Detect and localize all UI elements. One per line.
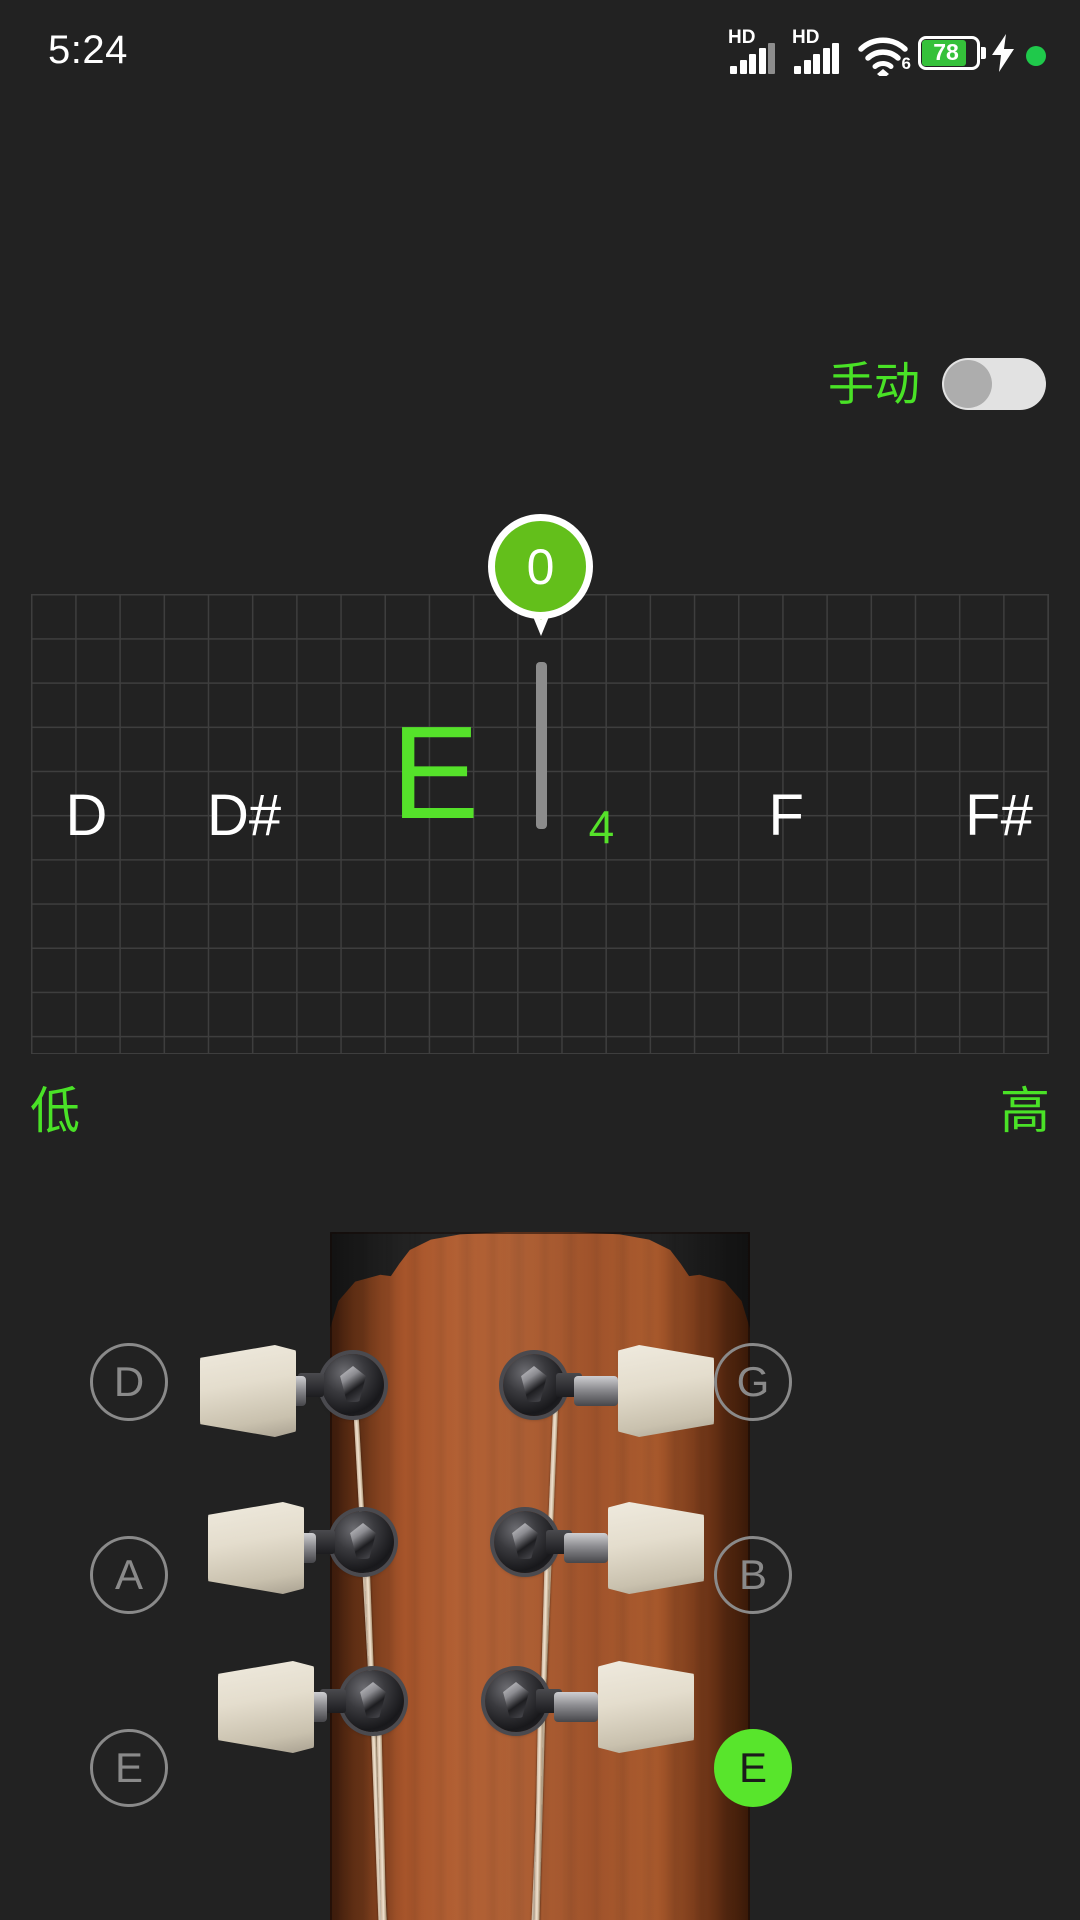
string-button-d-label: D bbox=[113, 1358, 145, 1405]
cents-value-label: 0 bbox=[526, 538, 555, 595]
manual-mode-toggle[interactable] bbox=[942, 358, 1046, 410]
string-button-g-label: G bbox=[736, 1358, 770, 1405]
hd-signal-icon-2: HD bbox=[792, 28, 848, 74]
tuner-app-screen: 5:24 HD HD 6 78 手动 D D# F F# E 4 0 低 高 D… bbox=[0, 0, 1080, 1920]
string-button-e-high[interactable]: E bbox=[714, 1729, 792, 1807]
machine-head-stem-6 bbox=[554, 1692, 598, 1722]
status-bar-clock: 5:24 bbox=[48, 28, 128, 72]
scale-note-fsharp: F# bbox=[965, 783, 1033, 848]
machine-head-button-2 bbox=[208, 1502, 304, 1594]
machine-head-button-6 bbox=[598, 1661, 694, 1753]
machine-head-button-5 bbox=[608, 1502, 704, 1594]
guitar-headstock-area: D A E G B E bbox=[0, 1215, 1080, 1920]
signal-bars-1 bbox=[730, 43, 784, 74]
current-note-label: E bbox=[391, 699, 480, 846]
signal-bars-2 bbox=[794, 43, 848, 74]
battery-cap bbox=[981, 47, 986, 59]
string-button-e-low[interactable]: E bbox=[90, 1729, 168, 1807]
current-octave-label: 4 bbox=[588, 801, 615, 853]
tuner-post-1 bbox=[322, 1354, 384, 1416]
wifi-6-icon: 6 bbox=[858, 30, 911, 76]
machine-head-stem-5 bbox=[564, 1533, 608, 1563]
range-high-label: 高 bbox=[1000, 1083, 1050, 1139]
hd-signal-icon-1: HD bbox=[728, 28, 784, 74]
string-button-a[interactable]: A bbox=[90, 1536, 168, 1614]
string-button-a-label: A bbox=[114, 1551, 143, 1598]
string-button-g[interactable]: G bbox=[714, 1343, 792, 1421]
machine-head-stem-4 bbox=[574, 1376, 618, 1406]
range-labels: 低 高 bbox=[0, 1086, 1080, 1156]
machine-head-button-4 bbox=[618, 1345, 714, 1437]
scale-note-d: D bbox=[65, 783, 108, 848]
manual-mode-label: 手动 bbox=[828, 358, 920, 410]
wifi-generation-label: 6 bbox=[901, 54, 911, 73]
scale-note-dsharp: D# bbox=[207, 783, 282, 848]
string-button-b[interactable]: B bbox=[714, 1536, 792, 1614]
cents-pin-marker: 0 bbox=[488, 514, 593, 639]
charging-bolt-icon bbox=[992, 34, 1014, 72]
string-button-e-high-label: E bbox=[738, 1744, 767, 1791]
machine-head-button-3 bbox=[218, 1661, 314, 1753]
green-dot-icon bbox=[1026, 46, 1046, 66]
manual-mode-row[interactable]: 手动 bbox=[828, 358, 1046, 410]
string-button-e-low-label: E bbox=[114, 1744, 143, 1791]
battery-icon: 78 bbox=[918, 36, 986, 70]
tuner-post-2 bbox=[332, 1511, 394, 1573]
string-button-b-label: B bbox=[738, 1551, 767, 1598]
battery-percent-label: 78 bbox=[933, 39, 959, 65]
status-bar: 5:24 HD HD 6 78 bbox=[0, 0, 1080, 100]
tuning-needle bbox=[536, 662, 547, 829]
range-low-label: 低 bbox=[30, 1083, 80, 1139]
scale-note-f: F bbox=[768, 783, 804, 848]
tuner-post-3 bbox=[342, 1670, 404, 1732]
machine-head-button-1 bbox=[200, 1345, 296, 1437]
toggle-knob bbox=[944, 360, 992, 408]
status-bar-icons: HD HD 6 78 bbox=[728, 28, 1046, 76]
string-button-d[interactable]: D bbox=[90, 1343, 168, 1421]
